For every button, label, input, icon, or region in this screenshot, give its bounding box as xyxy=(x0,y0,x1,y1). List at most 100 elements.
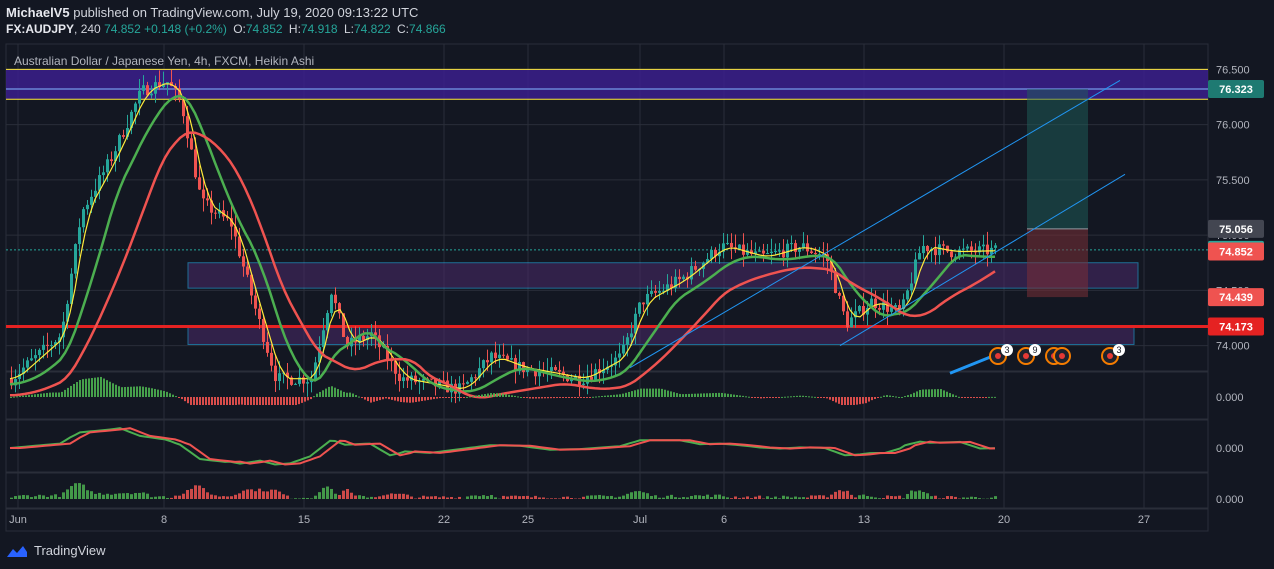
pane1-bar xyxy=(97,377,99,397)
candle-body xyxy=(86,204,89,210)
pane1-bar xyxy=(700,393,702,397)
candle-body xyxy=(726,242,729,244)
pane3-bar xyxy=(210,494,213,499)
pane1-bar xyxy=(172,394,174,397)
candle-body xyxy=(258,308,261,319)
pane3-bar xyxy=(938,498,941,499)
pane1-bar xyxy=(874,397,876,400)
pane1-bar xyxy=(481,394,483,397)
pane3-bar xyxy=(862,494,865,499)
pane3-bar xyxy=(666,495,669,499)
pane1-bar xyxy=(505,394,507,397)
pane1-bar xyxy=(520,397,522,398)
pane1-bar xyxy=(895,396,897,398)
pane3-bar xyxy=(402,493,405,499)
price-label: 75.056 xyxy=(1219,224,1253,236)
candle-body xyxy=(950,251,953,258)
pane3-bar xyxy=(714,494,717,499)
pane3-bar xyxy=(570,497,573,499)
pane3-bar xyxy=(722,496,725,499)
pane1-bar xyxy=(436,397,438,399)
candle-body xyxy=(730,242,733,248)
pane3-bar xyxy=(674,497,677,499)
pane1-bar xyxy=(634,390,636,397)
pane1-bar xyxy=(496,393,498,397)
pane1-bar xyxy=(187,397,189,404)
pane1-bar xyxy=(70,385,72,397)
candle-body xyxy=(926,245,929,252)
pane3-bar xyxy=(346,488,349,499)
candle-body xyxy=(782,250,785,258)
pane1-bar xyxy=(442,397,444,398)
pane1-bar xyxy=(286,397,288,405)
x-tick-label: 13 xyxy=(858,514,870,526)
price-axis: 76.50076.00075.50075.00074.50074.0000.00… xyxy=(1208,64,1264,506)
pane3-bar xyxy=(974,496,977,499)
pane3-bar xyxy=(294,498,297,499)
pane1-bar xyxy=(739,395,741,397)
candle-body xyxy=(190,138,193,150)
pane3-bar xyxy=(858,495,861,499)
x-tick-label: 27 xyxy=(1138,514,1150,526)
pane1-bar xyxy=(220,397,222,405)
candle-body xyxy=(274,365,277,382)
pane3-bar xyxy=(910,490,913,499)
pane1-bar xyxy=(610,395,612,397)
indicator-pane-2[interactable] xyxy=(5,419,1209,473)
price-chart[interactable]: 393 76.50076.00075.50075.00074.50074.000… xyxy=(0,0,1274,569)
pane1-bar xyxy=(562,397,564,398)
candle-body xyxy=(814,253,817,255)
pane3-bar xyxy=(46,496,49,499)
pane1-bar xyxy=(679,393,681,397)
candle-body xyxy=(878,307,881,310)
candle-body xyxy=(794,243,797,252)
candle-body xyxy=(738,244,741,249)
pane3-bar xyxy=(334,493,337,499)
pane1-bar xyxy=(22,395,24,397)
pane3-bar xyxy=(58,497,61,499)
candle-body xyxy=(846,311,849,328)
tradingview-logo[interactable]: TradingView xyxy=(6,543,106,558)
pane1-bar xyxy=(298,397,300,405)
pane1-bar xyxy=(784,396,786,398)
pane3-bar xyxy=(638,491,641,499)
pane1-bar xyxy=(403,397,405,403)
pane1-bar xyxy=(325,388,327,397)
pane1-bar xyxy=(361,397,363,399)
pane3-bar xyxy=(226,496,229,499)
pane1-bar xyxy=(553,397,555,399)
pane1-bar xyxy=(799,395,801,397)
pane1-bar xyxy=(214,397,216,405)
candle-body xyxy=(970,246,973,251)
pane1-bar xyxy=(808,396,810,398)
candle-body xyxy=(874,298,877,308)
pane3-bar xyxy=(582,496,585,499)
brand-name: TradingView xyxy=(34,543,106,558)
pane3-bar xyxy=(126,493,129,499)
candle-body xyxy=(110,159,113,162)
candle-body xyxy=(682,276,685,280)
pane1-bar xyxy=(535,397,537,399)
candle-body xyxy=(850,317,853,328)
pane3-bar xyxy=(562,496,565,499)
pane1-bar xyxy=(376,397,378,401)
time-axis[interactable] xyxy=(5,508,1209,532)
pane1-bar xyxy=(964,397,966,398)
pane1-bar xyxy=(13,396,15,398)
pane1-bar xyxy=(52,392,54,397)
candle-body xyxy=(398,373,401,382)
pane1-bar xyxy=(43,393,45,397)
pane1-bar xyxy=(34,394,36,397)
pane3-bar xyxy=(430,496,433,499)
pane1-bar xyxy=(880,396,882,398)
pane1-bar xyxy=(961,397,963,398)
pane1-bar xyxy=(676,393,678,397)
pane3-bar xyxy=(198,485,201,499)
pane3-bar xyxy=(522,496,525,499)
pane1-bar xyxy=(136,386,138,397)
pane1-bar xyxy=(565,397,567,398)
pane-tick-label: 0.000 xyxy=(1216,392,1244,404)
pane3-bar xyxy=(122,493,125,499)
pane1-bar xyxy=(841,397,843,405)
candle-body xyxy=(654,291,657,293)
